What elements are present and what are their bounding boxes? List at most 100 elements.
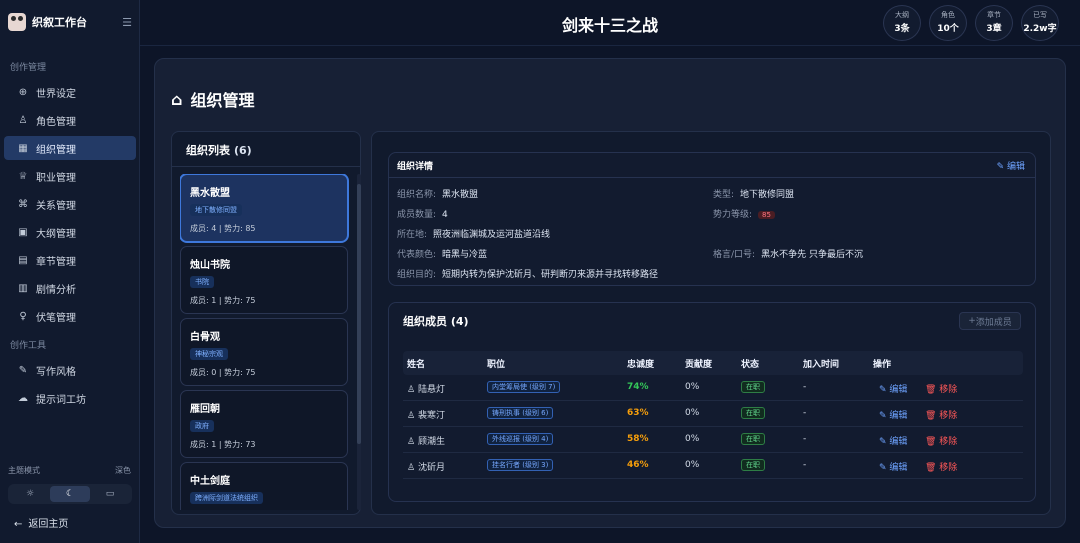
field-key: 类型: — [713, 190, 735, 200]
members-table: 姓名 职位 忠诚度 贡献度 状态 加入时间 操作 ♙ 陆悬灯 内堂筹局使 (级别… — [403, 351, 1023, 491]
member-role: 铸刑执事 (级别 6) — [487, 407, 554, 419]
add-member-label: 添加成员 — [975, 317, 1012, 328]
sidebar-item-characters[interactable]: ♙ 角色管理 — [4, 108, 136, 132]
member-status: 在职 — [741, 407, 765, 419]
field-key: 组织名称: — [397, 190, 437, 200]
org-meta: 成员: 0 | 势力: 75 — [190, 368, 256, 377]
org-item-selected[interactable]: 黑水散盟 地下散修同盟 成员: 4 | 势力: 85 — [180, 174, 348, 242]
member-loyalty: 58% — [627, 434, 649, 444]
edit-label: 编辑 — [1006, 162, 1025, 172]
member-joined: - — [803, 408, 807, 418]
theme-light-button[interactable]: ☼ — [10, 486, 50, 502]
org-name: 雁回朝 — [190, 404, 220, 415]
edit-member-button[interactable]: ✎ 编辑 — [879, 460, 907, 473]
field-value: 暗黑与冷蓝 — [442, 250, 488, 260]
divider — [389, 177, 1035, 178]
theme-dark-button[interactable]: ☾ — [50, 486, 90, 502]
member-name: ♙ 顾潮生 — [407, 437, 445, 447]
scroll-thumb[interactable] — [357, 184, 361, 444]
org-item[interactable]: 雁回朝 政府 成员: 1 | 势力: 73 — [180, 390, 348, 458]
theme-system-button[interactable]: ▭ — [90, 486, 130, 502]
role-badge: 铸刑执事 (级别 6) — [487, 407, 554, 419]
menu-icon[interactable]: ☰ — [122, 16, 132, 29]
trophy-icon: ♕ — [18, 170, 28, 182]
main-panel: ⌂ 组织管理 组织列表 (6) 黑水散盟 地下散修同盟 成员: 4 | 势力: 85… — [154, 58, 1066, 528]
org-info-section: 组织详情 ✎ 编辑 组织名称: 黑水散盟 类型: 地下散修同盟 成员数量: 4 势力等… — [388, 152, 1036, 286]
table-row: ♙ 顾潮生 外线巡报 (级别 4) 58% 0% 在职 - ✎ 编辑 🗑 移除 — [403, 427, 1023, 453]
sidebar-item-foreshadow[interactable]: ♀ 伏笔管理 — [4, 304, 136, 328]
org-list: 黑水散盟 地下散修同盟 成员: 4 | 势力: 85 烛山书院 书院 成员: 1… — [180, 174, 350, 510]
table-row: ♙ 裴寒汀 铸刑执事 (级别 6) 63% 0% 在职 - ✎ 编辑 🗑 移除 — [403, 401, 1023, 427]
theme-mode-value: 深色 — [115, 466, 131, 475]
member-loyalty: 46% — [627, 460, 649, 470]
org-item[interactable]: 白骨观 神秘宗观 成员: 0 | 势力: 75 — [180, 318, 348, 386]
remove-member-button[interactable]: 🗑 移除 — [925, 408, 957, 421]
sidebar-item-organizations[interactable]: ▦ 组织管理 — [4, 136, 136, 160]
member-loyalty: 63% — [627, 408, 649, 418]
org-tag: 神秘宗观 — [190, 348, 228, 360]
sidebar-item-writing-style[interactable]: ✎ 写作风格 — [4, 358, 136, 382]
column-header: 状态 — [741, 360, 760, 370]
table-row: ♙ 沈斫月 挂名行者 (级别 3) 46% 0% 在职 - ✎ 编辑 🗑 移除 — [403, 453, 1023, 479]
field-value: 短期内转为保护沈斫月、研判断刃来源并寻找转移路径 — [442, 270, 659, 280]
monitor-icon: ▭ — [105, 489, 115, 499]
field-value: 黑水散盟 — [442, 190, 479, 200]
remove-member-button[interactable]: 🗑 移除 — [925, 460, 957, 473]
edit-org-button[interactable]: ✎ 编辑 — [997, 159, 1025, 172]
back-home-button[interactable]: ← 返回主页 — [14, 515, 68, 530]
sidebar-item-plot-analysis[interactable]: ▥ 剧情分析 — [4, 276, 136, 300]
divider — [172, 166, 360, 167]
org-name: 烛山书院 — [190, 260, 230, 271]
field-key: 代表颜色: — [397, 250, 437, 260]
sidebar-item-label: 剧情分析 — [36, 284, 76, 296]
edit-icon: ✎ — [879, 437, 890, 447]
column-header: 职位 — [487, 360, 506, 370]
org-name: 白骨观 — [190, 332, 220, 343]
sidebar-item-prompt-workshop[interactable]: ☁ 提示词工坊 — [4, 386, 136, 410]
sidebar-item-label: 世界设定 — [36, 88, 76, 100]
edit-member-button[interactable]: ✎ 编辑 — [879, 382, 907, 395]
sidebar-item-label: 章节管理 — [36, 256, 76, 268]
org-item[interactable]: 中土剑庭 跨洲际剑道法统组织 — [180, 462, 348, 510]
member-loyalty: 74% — [627, 382, 649, 392]
organization-icon: ⌂ — [171, 89, 183, 109]
org-list-scrollbar[interactable] — [357, 174, 361, 510]
member-contribution: 0% — [685, 460, 700, 470]
remove-member-button[interactable]: 🗑 移除 — [925, 382, 957, 395]
member-status: 在职 — [741, 381, 765, 393]
member-status: 在职 — [741, 433, 765, 445]
brand: 织叙工作台 ☰ — [8, 12, 132, 32]
field-motto: 格言/口号: 黑水不争先 只争最后不沉 — [713, 247, 863, 260]
org-item[interactable]: 烛山书院 书院 成员: 1 | 势力: 75 — [180, 246, 348, 314]
user-icon: ♙ — [407, 463, 418, 473]
edit-member-button[interactable]: ✎ 编辑 — [879, 408, 907, 421]
user-icon: ♙ — [407, 437, 418, 447]
stat-outline: 大纲 3条 — [883, 5, 921, 41]
members-count: (4) — [450, 315, 469, 328]
role-badge: 内堂筹局使 (级别 7) — [487, 381, 561, 393]
sidebar-item-professions[interactable]: ♕ 职业管理 — [4, 164, 136, 188]
edit-icon: ✎ — [879, 411, 890, 421]
field-value: 地下散修同盟 — [740, 190, 795, 200]
stat-label: 已写 — [1033, 11, 1047, 19]
org-tag: 书院 — [190, 276, 214, 288]
org-list-title: 组织列表 — [186, 144, 230, 157]
edit-icon: ✎ — [879, 385, 890, 395]
table-header: 姓名 职位 忠诚度 贡献度 状态 加入时间 操作 — [403, 351, 1023, 375]
field-member-count: 成员数量: 4 — [397, 207, 448, 220]
edit-member-button[interactable]: ✎ 编辑 — [879, 434, 907, 447]
remove-member-button[interactable]: 🗑 移除 — [925, 434, 957, 447]
sidebar-item-relations[interactable]: ⌘ 关系管理 — [4, 192, 136, 216]
sun-icon: ☼ — [25, 489, 35, 499]
member-contribution: 0% — [685, 408, 700, 418]
org-list-header: 组织列表 (6) — [186, 142, 252, 158]
add-member-button[interactable]: + 添加成员 — [959, 312, 1021, 330]
sidebar-item-outline[interactable]: ▣ 大纲管理 — [4, 220, 136, 244]
sidebar: 织叙工作台 ☰ 创作管理 ⊕ 世界设定 ♙ 角色管理 ▦ 组织管理 ♕ 职业管理 ⌘ 关系… — [0, 0, 140, 543]
sidebar-item-world[interactable]: ⊕ 世界设定 — [4, 80, 136, 104]
sidebar-item-chapters[interactable]: ▤ 章节管理 — [4, 248, 136, 272]
theme-mode-label: 主题模式 — [8, 466, 40, 475]
lightbulb-icon: ♀ — [19, 310, 27, 322]
column-header: 忠诚度 — [627, 360, 655, 370]
trash-icon: 🗑 — [925, 463, 940, 473]
